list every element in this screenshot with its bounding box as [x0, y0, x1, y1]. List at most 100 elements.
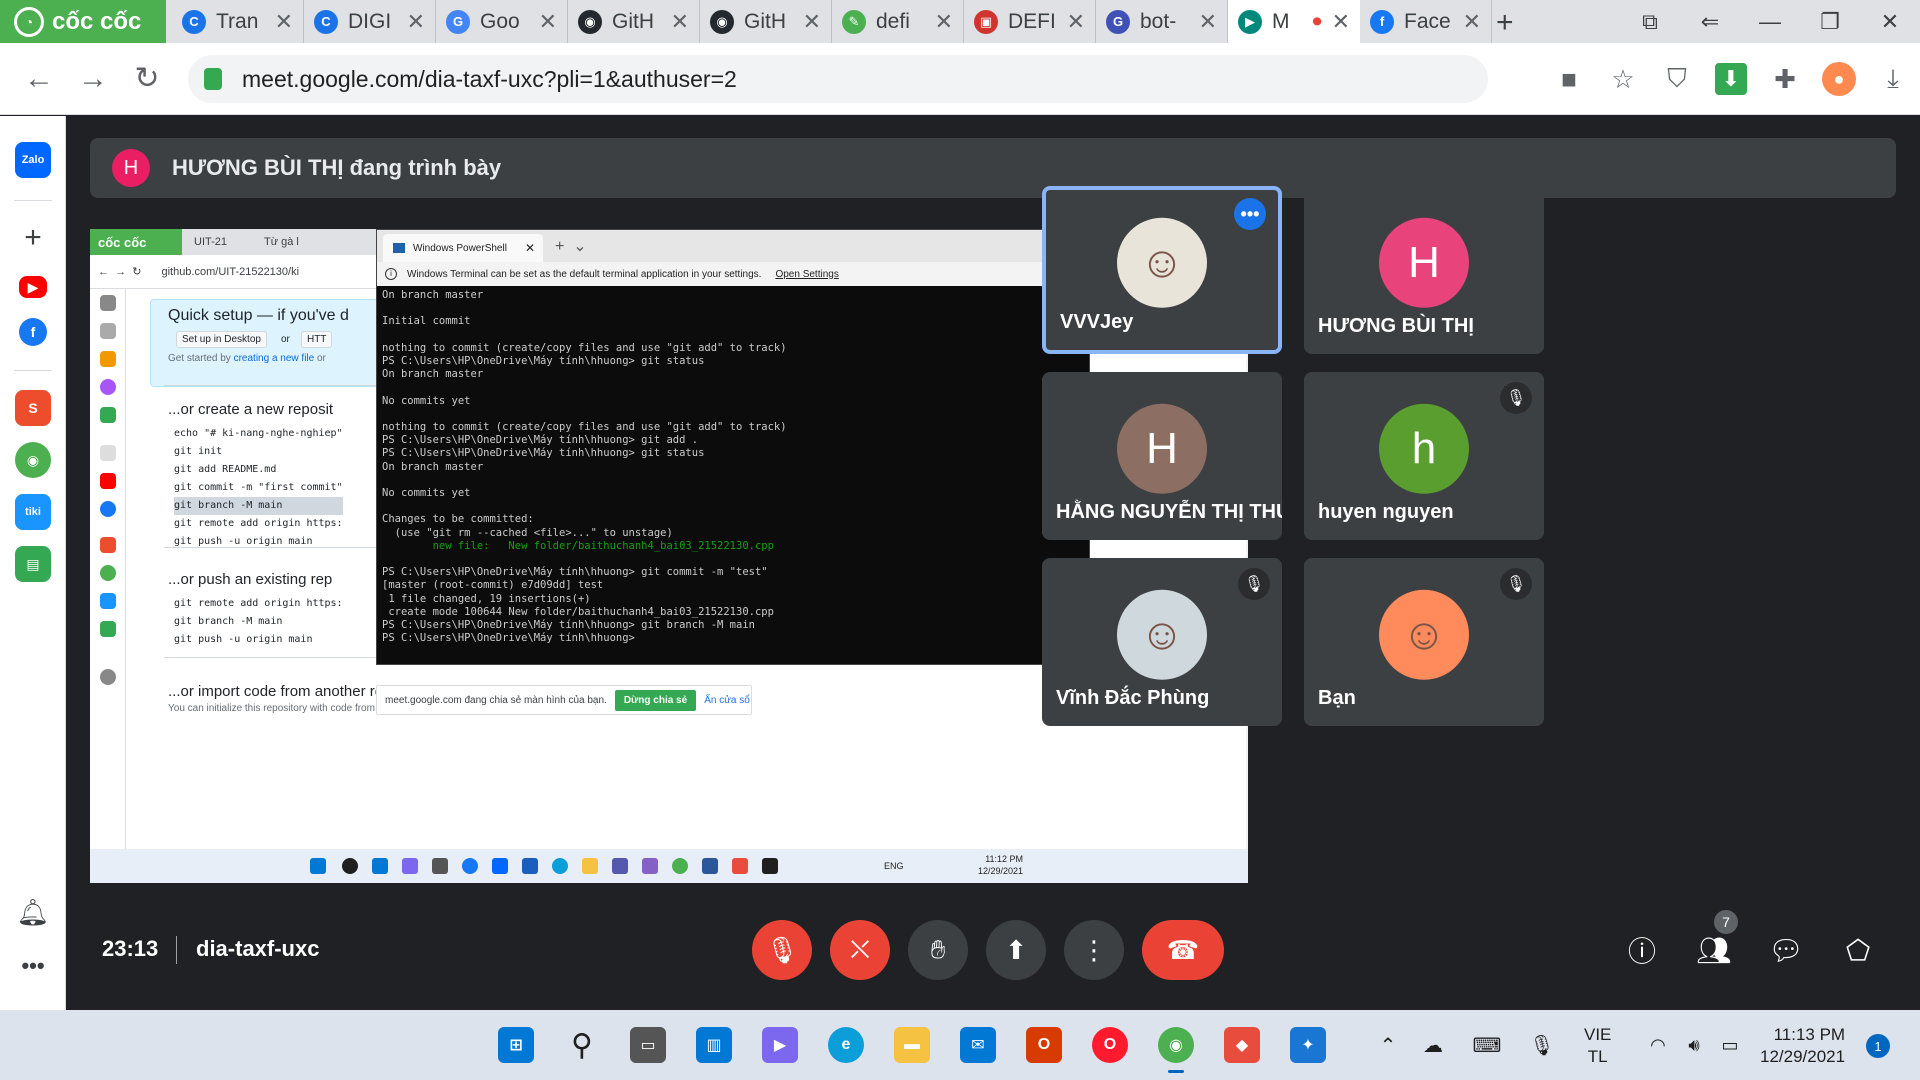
- tab-close-icon[interactable]: ✕: [1332, 9, 1350, 35]
- browser-tab[interactable]: Gbot- ✕: [1096, 0, 1228, 43]
- participant-tile[interactable]: H HẰNG NGUYỄN THỊ THÚY: [1042, 372, 1282, 540]
- secure-lock-icon[interactable]: [204, 68, 222, 90]
- browser-tab[interactable]: ▣ DEFI ✕: [964, 0, 1096, 43]
- reload-icon[interactable]: ↻: [120, 61, 174, 96]
- keyboard-icon[interactable]: ⌨: [1458, 1033, 1516, 1058]
- coccoc-taskbar-icon[interactable]: ◉: [1158, 1027, 1194, 1073]
- new-tab-icon[interactable]: +: [1496, 6, 1514, 40]
- search-icon[interactable]: ⚲: [564, 1027, 600, 1063]
- extensions-icon[interactable]: ✚: [1758, 64, 1812, 95]
- meeting-details-button[interactable]: ⓘ: [1618, 926, 1666, 974]
- leave-call-button[interactable]: ☎︎: [1142, 920, 1224, 980]
- more-icon[interactable]: •••: [15, 948, 51, 984]
- participant-tile[interactable]: ☺ Vĩnh Đắc Phùng 🎙︎: [1042, 558, 1282, 726]
- tab-close-icon[interactable]: ✕: [935, 9, 953, 35]
- start-icon[interactable]: ⊞: [498, 1027, 534, 1063]
- tiki-icon[interactable]: tiki: [15, 494, 51, 530]
- tab-close-icon[interactable]: ✕: [1199, 9, 1217, 35]
- sheets-icon[interactable]: ▤: [15, 546, 51, 582]
- camera-icon[interactable]: ■: [1542, 64, 1596, 95]
- volume-icon[interactable]: 🔊︎: [1676, 1035, 1712, 1056]
- coccoc-menu-button[interactable]: ◔ cốc cốc: [0, 0, 166, 43]
- browser-tab[interactable]: ◉ GitH ✕: [700, 0, 832, 43]
- app-cube-icon[interactable]: ✦: [1290, 1027, 1326, 1063]
- tab-close-icon[interactable]: ✕: [407, 9, 425, 35]
- restore-icon[interactable]: ❐: [1800, 9, 1860, 35]
- taskbar-clock[interactable]: 11:13 PM 12/29/2021: [1760, 1024, 1845, 1068]
- mail-icon[interactable]: ✉: [960, 1027, 996, 1063]
- shopee-icon[interactable]: S: [15, 390, 51, 426]
- browser-tab[interactable]: ✎ defi ✕: [832, 0, 964, 43]
- office-icon[interactable]: O: [1026, 1027, 1062, 1063]
- mic-off-button[interactable]: 🎙︎: [752, 920, 812, 980]
- chat-button[interactable]: 💬︎: [1762, 926, 1810, 974]
- browser-tab[interactable]: G Goo ✕: [436, 0, 568, 43]
- shared-teams-icon: [612, 858, 628, 874]
- shared-vs-icon: [642, 858, 658, 874]
- participant-tile[interactable]: H HƯƠNG BÙI THỊ: [1304, 186, 1544, 354]
- code-line: git branch -M main: [174, 497, 343, 515]
- tab-close-icon[interactable]: ✕: [275, 9, 293, 35]
- notification-badge[interactable]: 1: [1866, 1034, 1890, 1058]
- create-repo-code: echo "# ki-nang-nghe-nghiep" git init git …: [174, 425, 343, 551]
- shield-icon[interactable]: ⛉: [1650, 63, 1704, 95]
- wifi-icon[interactable]: ◠: [1640, 1035, 1676, 1056]
- people-button[interactable]: 👥︎: [1690, 926, 1738, 974]
- raise-hand-button[interactable]: ✋︎: [908, 920, 968, 980]
- url-text: meet.google.com/dia-taxf-uxc?pli=1&authu…: [242, 65, 737, 92]
- microphone-icon[interactable]: 🎙︎: [1516, 1033, 1568, 1058]
- facebook-icon[interactable]: f: [19, 318, 47, 346]
- minimize-icon[interactable]: —: [1740, 9, 1800, 35]
- more-options-button[interactable]: ⋮: [1064, 920, 1124, 980]
- widgets-icon[interactable]: ▥: [696, 1027, 732, 1063]
- downloads-icon[interactable]: ⤓: [1866, 63, 1920, 95]
- chevron-up-icon[interactable]: ⌃: [1368, 1033, 1408, 1058]
- terminal-line: nothing to commit (create/copy files and…: [382, 420, 787, 433]
- browser-tab[interactable]: ◉ GitH ✕: [568, 0, 700, 43]
- git-icon[interactable]: ◆: [1224, 1027, 1260, 1063]
- tab-close-icon[interactable]: ✕: [1067, 9, 1085, 35]
- tile-more-options-icon[interactable]: •••: [1234, 198, 1266, 230]
- get-started-text: Get started by: [168, 353, 234, 364]
- notification-bell-icon[interactable]: 🔔︎: [15, 894, 51, 930]
- camera-off-button[interactable]: ⛌: [830, 920, 890, 980]
- coccoc-game-icon[interactable]: ◉: [15, 442, 51, 478]
- file-explorer-icon[interactable]: ▬: [894, 1027, 930, 1063]
- activities-button[interactable]: ⬠: [1834, 926, 1882, 974]
- participant-tile[interactable]: ☺ VVVJey •••: [1042, 186, 1282, 354]
- teams-chat-icon[interactable]: ▶: [762, 1027, 798, 1063]
- task-view-icon[interactable]: ▭: [630, 1027, 666, 1063]
- tab-close-icon[interactable]: ✕: [803, 9, 821, 35]
- address-bar[interactable]: meet.google.com/dia-taxf-uxc?pli=1&authu…: [188, 55, 1488, 103]
- browser-tab[interactable]: C DIGI ✕: [304, 0, 436, 43]
- savior-download-icon[interactable]: ⬇: [1715, 63, 1747, 95]
- back-history-icon[interactable]: ⇐: [1680, 9, 1740, 35]
- close-window-icon[interactable]: ✕: [1860, 9, 1920, 35]
- youtube-icon[interactable]: ▶: [19, 276, 47, 298]
- participant-tile[interactable]: h huyen nguyen 🎙︎: [1304, 372, 1544, 540]
- present-now-button[interactable]: ⬆: [986, 920, 1046, 980]
- browser-tab[interactable]: ▶ M ⏺ ✕: [1228, 0, 1360, 43]
- edge-icon[interactable]: e: [828, 1027, 864, 1063]
- search-tabs-icon[interactable]: ⧉: [1620, 9, 1680, 35]
- shared-widgets-icon: [372, 858, 388, 874]
- browser-tab[interactable]: f Face ✕: [1360, 0, 1492, 43]
- screen-share-notice: meet.google.com đang chia sẻ màn hình củ…: [376, 685, 752, 715]
- battery-icon[interactable]: ▭: [1712, 1035, 1748, 1056]
- forward-icon[interactable]: →: [66, 62, 120, 96]
- language-indicator[interactable]: VIE TL: [1584, 1024, 1611, 1068]
- zalo-icon[interactable]: Zalo: [15, 142, 51, 178]
- tab-close-icon[interactable]: ✕: [539, 9, 557, 35]
- back-icon[interactable]: ←: [12, 62, 66, 96]
- powershell-window: Windows PowerShell ✕ + ⌄ — i Windows Ter…: [376, 229, 1090, 665]
- browser-tab[interactable]: C Tran ✕: [172, 0, 304, 43]
- hide-window-button: Ẩn cửa sổ: [704, 694, 750, 706]
- bookmark-star-icon[interactable]: ☆: [1596, 64, 1650, 95]
- participant-tile[interactable]: ☺ Bạn 🎙︎: [1304, 558, 1544, 726]
- onedrive-icon[interactable]: ☁: [1408, 1033, 1458, 1058]
- tab-close-icon[interactable]: ✕: [1463, 9, 1481, 35]
- profile-avatar-icon[interactable]: ●: [1822, 62, 1856, 96]
- opera-icon[interactable]: O: [1092, 1027, 1128, 1063]
- add-sidebar-icon[interactable]: +: [15, 220, 51, 256]
- tab-close-icon[interactable]: ✕: [671, 9, 689, 35]
